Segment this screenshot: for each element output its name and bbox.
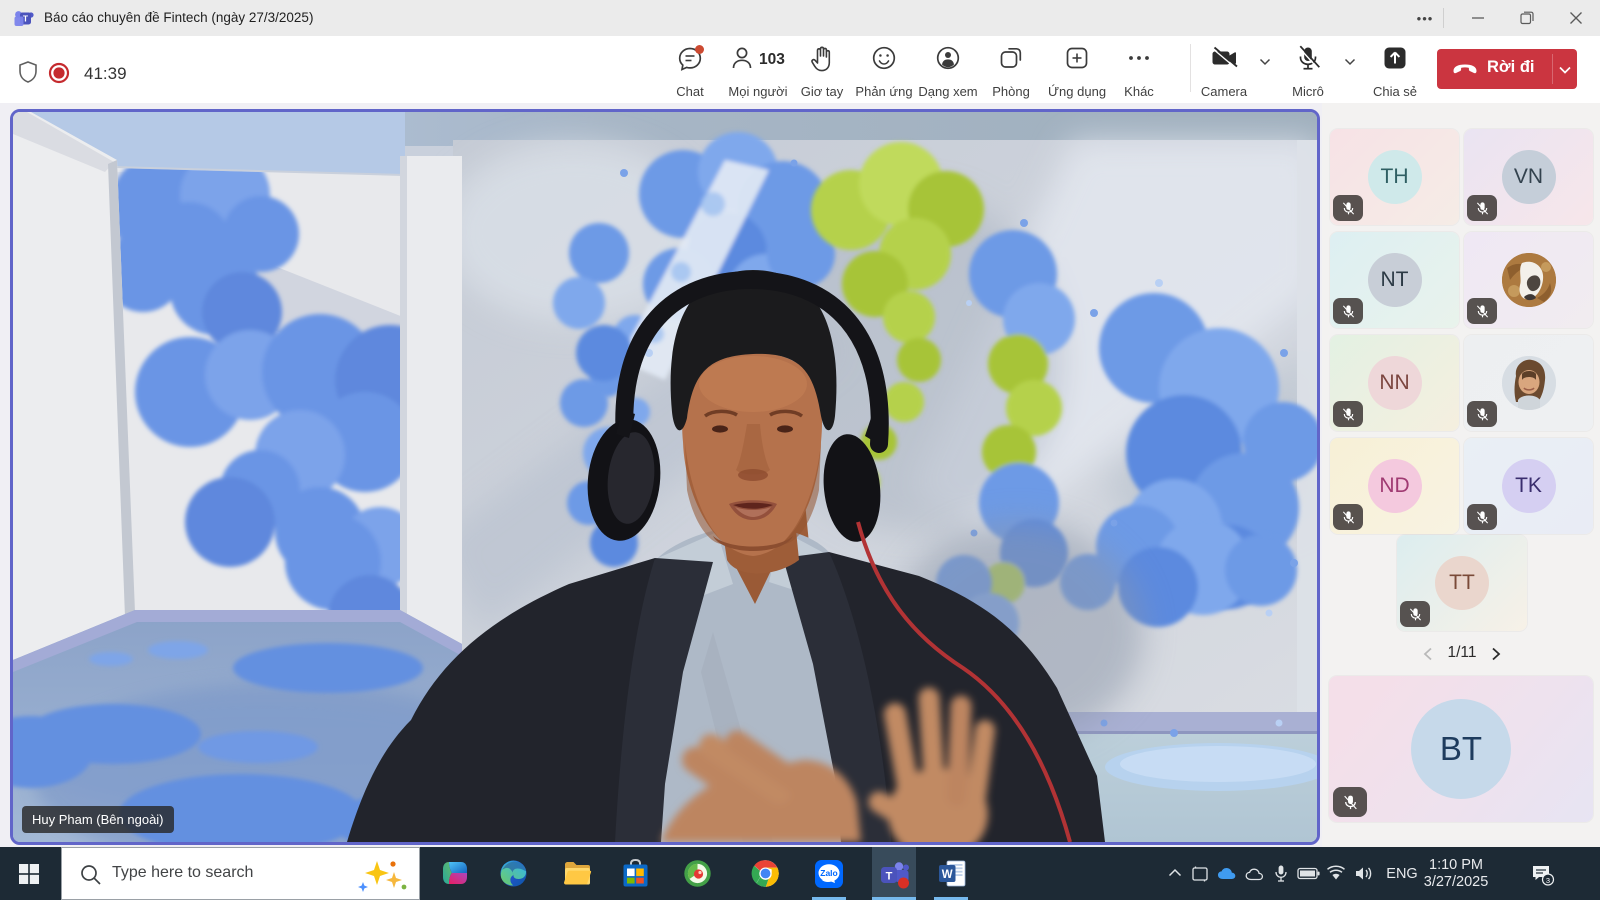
svg-text:T: T — [23, 14, 29, 24]
svg-text:3: 3 — [1546, 876, 1550, 885]
svg-text:W: W — [942, 869, 953, 881]
svg-text:Zalo: Zalo — [820, 868, 837, 878]
svg-text:T: T — [886, 871, 893, 883]
